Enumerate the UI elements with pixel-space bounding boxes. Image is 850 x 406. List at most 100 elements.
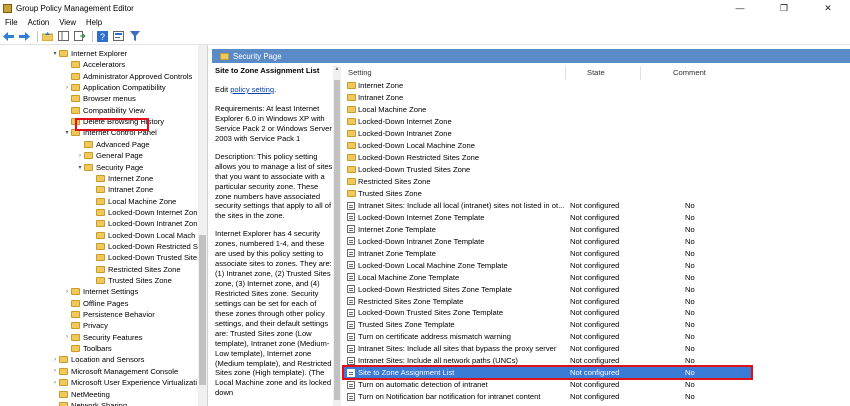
tree-item[interactable]: Intranet Zone <box>88 184 153 195</box>
list-item-setting[interactable]: Turn on certificate address mismatch war… <box>344 331 752 343</box>
setting-name: Restricted Sites Zone <box>358 177 431 187</box>
column-divider[interactable] <box>640 66 641 80</box>
list-item-folder[interactable]: Locked-Down Restricted Sites Zone <box>344 152 752 164</box>
tree-item[interactable]: Browser menus <box>63 93 136 104</box>
expand-chevron-icon[interactable]: › <box>51 380 59 386</box>
tree-item[interactable]: › Security Features <box>63 332 143 343</box>
tree-item[interactable]: Persistence Behavior <box>63 309 155 320</box>
tree-item[interactable]: Restricted Sites Zone <box>88 264 181 275</box>
tree-item-label: Location and Sensors <box>71 355 145 365</box>
list-item-folder[interactable]: Locked-Down Intranet Zone <box>344 128 752 140</box>
minimize-button[interactable]: — <box>718 0 762 16</box>
list-item-folder[interactable]: Restricted Sites Zone <box>344 176 752 188</box>
tree-item[interactable]: Administrator Approved Controls <box>63 71 192 82</box>
tree-item[interactable]: Locked-Down Trusted Site <box>88 252 197 263</box>
edit-policy-setting-link[interactable]: policy setting <box>230 85 274 94</box>
tree-item[interactable]: ▾ Internet Explorer <box>51 48 127 59</box>
tree-item[interactable]: Toolbars <box>63 343 112 354</box>
column-header-comment[interactable]: Comment <box>673 68 706 77</box>
list-item-setting[interactable]: Intranet Sites: Include all sites that b… <box>344 343 752 355</box>
scroll-up-arrow-icon[interactable]: ▲ <box>333 66 341 75</box>
list-item-setting[interactable]: Local Machine Zone Template Not configure… <box>344 271 752 283</box>
scrollbar-thumb[interactable] <box>199 235 206 385</box>
menu-view[interactable]: View <box>54 18 81 27</box>
tree-item[interactable]: ▾ Internet Control Panel <box>63 127 156 138</box>
list-item-folder[interactable]: Internet Zone <box>344 80 752 92</box>
list-item-setting[interactable]: Intranet Sites: Include all network path… <box>344 355 752 367</box>
tree-item[interactable]: Compatibility View <box>63 105 145 116</box>
filter-icon[interactable] <box>128 30 141 43</box>
tree-item[interactable]: ▾ Security Page <box>76 162 143 173</box>
tree-item[interactable]: Advanced Page <box>76 139 150 150</box>
expand-chevron-icon[interactable]: › <box>76 153 84 159</box>
tree-item[interactable]: › Internet Settings <box>63 286 138 297</box>
tree-item[interactable]: › Application Compatibility <box>63 82 166 93</box>
setting-state: Not configured <box>570 248 620 258</box>
list-item-setting[interactable]: Site to Zone Assignment List Not configur… <box>344 366 752 379</box>
list-item-folder[interactable]: Trusted Sites Zone <box>344 188 752 200</box>
tree-item[interactable]: Local Machine Zone <box>88 196 176 207</box>
tree-item[interactable]: Trusted Sites Zone <box>88 275 172 286</box>
tree-item[interactable]: Locked-Down Restricted S <box>88 241 198 252</box>
list-item-setting[interactable]: Locked-Down Trusted Sites Zone Template N… <box>344 307 752 319</box>
list-item-folder[interactable]: Local Machine Zone <box>344 104 752 116</box>
policy-setting-icon <box>347 332 355 341</box>
list-item-setting[interactable]: Locked-Down Restricted Sites Zone Templa… <box>344 283 752 295</box>
edit-policy-line: Edit policy setting. <box>215 85 277 94</box>
expand-chevron-icon[interactable]: › <box>63 85 71 91</box>
menu-help[interactable]: Help <box>81 18 107 27</box>
list-item-setting[interactable]: Restricted Sites Zone Template Not config… <box>344 295 752 307</box>
tree-item[interactable]: NetMeeting <box>51 389 110 400</box>
expand-chevron-icon[interactable]: › <box>51 368 59 374</box>
expand-chevron-icon[interactable]: › <box>63 289 71 295</box>
list-item-folder[interactable]: Locked-Down Trusted Sites Zone <box>344 164 752 176</box>
list-item-setting[interactable]: Internet Zone Template Not configured No <box>344 223 752 235</box>
restore-button[interactable]: ❐ <box>762 0 806 16</box>
column-header-setting[interactable]: Setting <box>348 68 372 77</box>
settings-scrollbar[interactable]: ▲ <box>333 66 341 406</box>
tree-item[interactable]: Locked-Down Local Mach <box>88 230 195 241</box>
tree-item[interactable]: Privacy <box>63 320 108 331</box>
expand-chevron-icon[interactable]: › <box>63 334 71 340</box>
tree-item[interactable]: Accelerators <box>63 59 125 70</box>
back-arrow-icon[interactable] <box>2 30 15 43</box>
folder-up-icon[interactable] <box>41 30 54 43</box>
list-item-setting[interactable]: Intranet Zone Template Not configured No <box>344 247 752 259</box>
expand-chevron-icon[interactable]: ▾ <box>76 164 84 171</box>
close-button[interactable]: ✕ <box>806 0 850 16</box>
list-item-folder[interactable]: Locked-Down Internet Zone <box>344 116 752 128</box>
expand-chevron-icon[interactable]: › <box>51 357 59 363</box>
tree-item[interactable]: › Microsoft Management Console <box>51 366 178 377</box>
column-header-state[interactable]: State <box>587 68 605 77</box>
tree-item[interactable]: Internet Zone <box>88 173 153 184</box>
tree-item[interactable]: Network Sharing <box>51 400 127 406</box>
expand-chevron-icon[interactable]: ▾ <box>51 50 59 57</box>
help-icon[interactable]: ? <box>96 30 109 43</box>
tree-scrollbar[interactable] <box>198 45 207 406</box>
tree-item[interactable]: › Microsoft User Experience Virtualizati <box>51 377 197 388</box>
menu-file[interactable]: File <box>0 18 23 27</box>
list-item-setting[interactable]: Trusted Sites Zone Template Not configure… <box>344 319 752 331</box>
list-item-setting[interactable]: Intranet Sites: Include all local (intra… <box>344 200 752 212</box>
scrollbar-thumb[interactable] <box>334 80 340 400</box>
tree-item[interactable]: › General Page <box>76 150 143 161</box>
forward-arrow-icon[interactable] <box>18 30 31 43</box>
list-item-setting[interactable]: Locked-Down Internet Zone Template Not co… <box>344 211 752 223</box>
list-item-setting[interactable]: Turn on automatic detection of intranet N… <box>344 379 752 391</box>
list-item-setting[interactable]: Locked-Down Local Machine Zone Template N… <box>344 259 752 271</box>
list-item-setting[interactable]: Turn on Notification bar notification fo… <box>344 391 752 403</box>
list-item-folder[interactable]: Locked-Down Local Machine Zone <box>344 140 752 152</box>
export-list-icon[interactable] <box>73 30 86 43</box>
menu-action[interactable]: Action <box>23 18 55 27</box>
list-item-folder[interactable]: Intranet Zone <box>344 92 752 104</box>
tree-item[interactable]: › Location and Sensors <box>51 354 144 365</box>
expand-chevron-icon[interactable]: ▾ <box>63 129 71 136</box>
list-item-setting[interactable]: Locked-Down Intranet Zone Template Not co… <box>344 235 752 247</box>
tree-item[interactable]: Offline Pages <box>63 298 128 309</box>
properties-icon[interactable] <box>112 30 125 43</box>
column-divider[interactable] <box>565 66 566 80</box>
tree-item[interactable]: Locked-Down Intranet Zon <box>88 218 198 229</box>
show-hide-tree-icon[interactable] <box>57 30 70 43</box>
tree-item[interactable]: Locked-Down Internet Zon <box>88 207 198 218</box>
tree-item[interactable]: Delete Browsing History <box>63 116 164 127</box>
